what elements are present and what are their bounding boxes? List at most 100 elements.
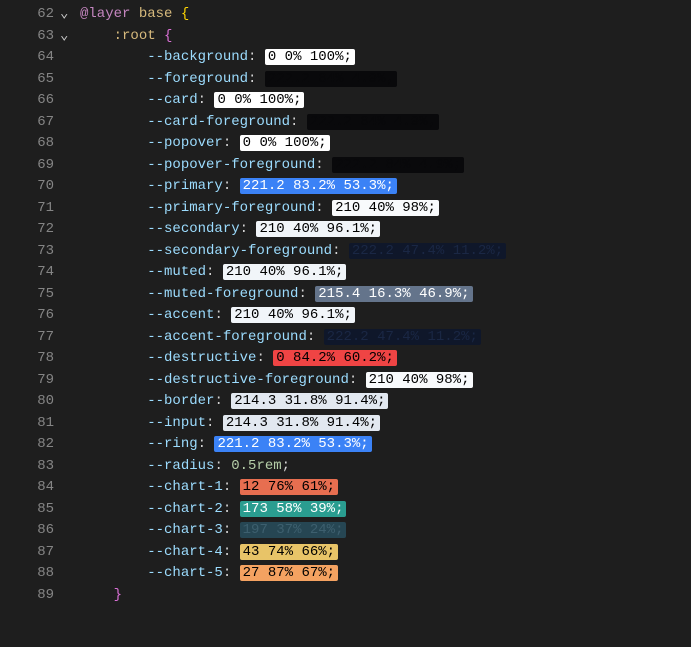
line-number: 85	[0, 499, 54, 521]
line-number: 89	[0, 585, 54, 607]
color-swatch: 210 40% 96.1%;	[256, 221, 380, 237]
color-swatch: 210 40% 98%;	[332, 200, 439, 216]
line-number: 73	[0, 241, 54, 263]
code-line[interactable]: --chart-2: 173 58% 39%;	[80, 499, 691, 521]
color-swatch: 222.2 84% 4.9%;	[265, 71, 397, 87]
code-line[interactable]: --muted-foreground: 215.4 16.3% 46.9%;	[80, 284, 691, 306]
line-number: 65	[0, 69, 54, 91]
code-line[interactable]: --secondary-foreground: 222.2 47.4% 11.2…	[80, 241, 691, 263]
line-number: 67	[0, 112, 54, 134]
color-swatch: 0 84.2% 60.2%;	[273, 350, 397, 366]
code-editor[interactable]: 6263646566676869707172737475767778798081…	[0, 0, 691, 647]
css-variable-name: --ring	[147, 436, 197, 452]
fold-column: ⌄⌄	[58, 4, 76, 647]
code-line[interactable]: --primary-foreground: 210 40% 98%;	[80, 198, 691, 220]
line-number-gutter: 6263646566676869707172737475767778798081…	[0, 4, 58, 647]
css-variable-name: --destructive-foreground	[147, 372, 349, 388]
line-number: 71	[0, 198, 54, 220]
css-variable-name: --radius	[147, 458, 214, 474]
code-line[interactable]: --chart-3: 197 37% 24%;	[80, 520, 691, 542]
color-swatch: 210 40% 96.1%;	[223, 264, 347, 280]
fold-chevron-icon[interactable]: ⌄	[58, 6, 68, 22]
css-variable-name: --foreground	[147, 71, 248, 87]
code-line[interactable]: --accent: 210 40% 96.1%;	[80, 305, 691, 327]
color-swatch: 214.3 31.8% 91.4%;	[231, 393, 388, 409]
line-number: 69	[0, 155, 54, 177]
fold-chevron-icon[interactable]: ⌄	[58, 28, 68, 44]
css-variable-name: --chart-2	[147, 501, 223, 517]
css-variable-name: --accent-foreground	[147, 329, 307, 345]
color-swatch: 222.2 84% 4.9%;	[307, 114, 439, 130]
css-variable-name: --muted	[147, 264, 206, 280]
code-line[interactable]: --secondary: 210 40% 96.1%;	[80, 219, 691, 241]
color-swatch: 12 76% 61%;	[240, 479, 338, 495]
css-variable-name: --secondary	[147, 221, 239, 237]
code-line[interactable]: --muted: 210 40% 96.1%;	[80, 262, 691, 284]
line-number: 66	[0, 90, 54, 112]
line-number: 75	[0, 284, 54, 306]
css-variable-name: --muted-foreground	[147, 286, 298, 302]
line-number: 84	[0, 477, 54, 499]
css-variable-name: --card	[147, 92, 197, 108]
css-variable-name: --chart-4	[147, 544, 223, 560]
code-line[interactable]: --destructive: 0 84.2% 60.2%;	[80, 348, 691, 370]
code-line[interactable]: --chart-5: 27 87% 67%;	[80, 563, 691, 585]
code-line[interactable]: --background: 0 0% 100%;	[80, 47, 691, 69]
code-line[interactable]: --chart-1: 12 76% 61%;	[80, 477, 691, 499]
color-swatch: 222.2 84% 4.9%;	[332, 157, 464, 173]
line-number: 74	[0, 262, 54, 284]
color-swatch: 215.4 16.3% 46.9%;	[315, 286, 472, 302]
line-number: 78	[0, 348, 54, 370]
code-line[interactable]: :root {	[80, 26, 691, 48]
color-swatch: 221.2 83.2% 53.3%;	[214, 436, 371, 452]
line-number: 77	[0, 327, 54, 349]
code-line[interactable]: --radius: 0.5rem;	[80, 456, 691, 478]
css-variable-name: --popover-foreground	[147, 157, 315, 173]
css-variable-name: --primary	[147, 178, 223, 194]
color-swatch: 0 0% 100%;	[214, 92, 304, 108]
code-line[interactable]: --border: 214.3 31.8% 91.4%;	[80, 391, 691, 413]
color-swatch: 27 87% 67%;	[240, 565, 338, 581]
code-content[interactable]: @layer base { :root { --background: 0 0%…	[76, 4, 691, 647]
code-line[interactable]: --destructive-foreground: 210 40% 98%;	[80, 370, 691, 392]
code-line[interactable]: --popover: 0 0% 100%;	[80, 133, 691, 155]
color-swatch: 210 40% 96.1%;	[231, 307, 355, 323]
code-line[interactable]: --input: 214.3 31.8% 91.4%;	[80, 413, 691, 435]
line-number: 88	[0, 563, 54, 585]
line-number: 82	[0, 434, 54, 456]
line-number: 62	[0, 4, 54, 26]
code-line[interactable]: --popover-foreground: 222.2 84% 4.9%;	[80, 155, 691, 177]
color-swatch: 43 74% 66%;	[240, 544, 338, 560]
code-line[interactable]: }	[80, 585, 691, 607]
line-number: 63	[0, 26, 54, 48]
css-variable-name: --primary-foreground	[147, 200, 315, 216]
code-line[interactable]: --primary: 221.2 83.2% 53.3%;	[80, 176, 691, 198]
line-number: 79	[0, 370, 54, 392]
line-number: 80	[0, 391, 54, 413]
css-variable-name: --card-foreground	[147, 114, 290, 130]
color-swatch: 0 0% 100%;	[265, 49, 355, 65]
css-variable-name: --input	[147, 415, 206, 431]
code-line[interactable]: --ring: 221.2 83.2% 53.3%;	[80, 434, 691, 456]
line-number: 64	[0, 47, 54, 69]
css-variable-name: --chart-5	[147, 565, 223, 581]
color-swatch: 197 37% 24%;	[240, 522, 347, 538]
css-variable-name: --accent	[147, 307, 214, 323]
code-line[interactable]: --accent-foreground: 222.2 47.4% 11.2%;	[80, 327, 691, 349]
line-number: 76	[0, 305, 54, 327]
color-swatch: 173 58% 39%;	[240, 501, 347, 517]
code-line[interactable]: --foreground: 222.2 84% 4.9%;	[80, 69, 691, 91]
css-variable-name: --border	[147, 393, 214, 409]
code-line[interactable]: --card: 0 0% 100%;	[80, 90, 691, 112]
line-number: 68	[0, 133, 54, 155]
line-number: 83	[0, 456, 54, 478]
color-swatch: 0 0% 100%;	[240, 135, 330, 151]
color-swatch: 210 40% 98%;	[366, 372, 473, 388]
line-number: 72	[0, 219, 54, 241]
code-line[interactable]: --chart-4: 43 74% 66%;	[80, 542, 691, 564]
code-line[interactable]: --card-foreground: 222.2 84% 4.9%;	[80, 112, 691, 134]
line-number: 87	[0, 542, 54, 564]
code-line[interactable]: @layer base {	[80, 4, 691, 26]
css-value: 0.5rem	[231, 458, 281, 474]
css-variable-name: --chart-3	[147, 522, 223, 538]
